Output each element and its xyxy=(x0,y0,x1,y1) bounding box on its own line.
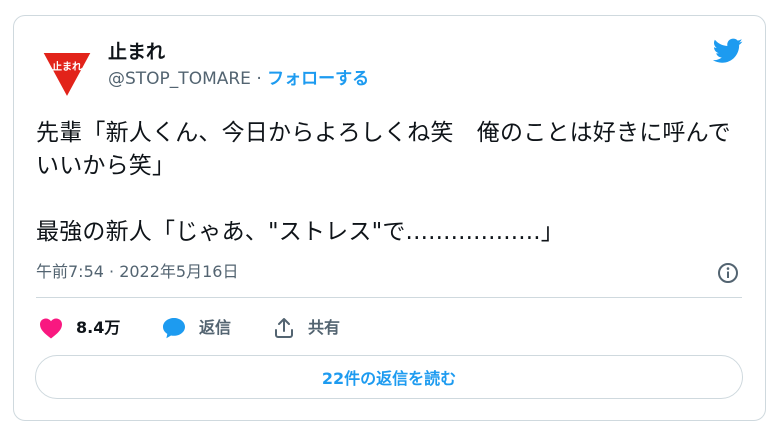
reply-label: 返信 xyxy=(199,318,232,337)
info-icon[interactable] xyxy=(717,262,739,284)
stop-sign-icon: 止まれ xyxy=(41,51,93,99)
tweet-timestamp[interactable]: 午前7:54 · 2022年5月16日 xyxy=(36,262,238,282)
divider xyxy=(36,297,742,298)
avatar[interactable]: 止まれ xyxy=(40,46,94,100)
read-replies-button[interactable]: 22件の返信を読む xyxy=(35,355,743,399)
share-button[interactable]: 共有 xyxy=(272,315,340,341)
reply-bubble-icon xyxy=(163,318,185,339)
avatar-text: 止まれ xyxy=(52,60,82,73)
twitter-bird-icon[interactable] xyxy=(712,38,743,64)
share-label: 共有 xyxy=(308,318,341,337)
like-button[interactable]: 8.4万 xyxy=(38,315,120,341)
handle-separator: · xyxy=(250,69,268,89)
user-display-name[interactable]: 止まれ xyxy=(108,41,165,63)
reply-button[interactable]: 返信 xyxy=(161,315,231,341)
heart-icon xyxy=(40,318,62,339)
user-handle[interactable]: @STOP_TOMARE xyxy=(108,69,251,89)
tweet-text: 先輩「新人くん、今日からよろしくね笑 俺のことは好きに呼んでいいから笑」 最強の… xyxy=(36,120,731,245)
share-icon xyxy=(275,318,293,338)
user-handle-row: @STOP_TOMARE · フォローする xyxy=(108,68,369,90)
like-count: 8.4万 xyxy=(76,318,121,337)
read-replies-label: 22件の返信を読む xyxy=(321,369,457,388)
follow-link[interactable]: フォローする xyxy=(267,69,369,89)
